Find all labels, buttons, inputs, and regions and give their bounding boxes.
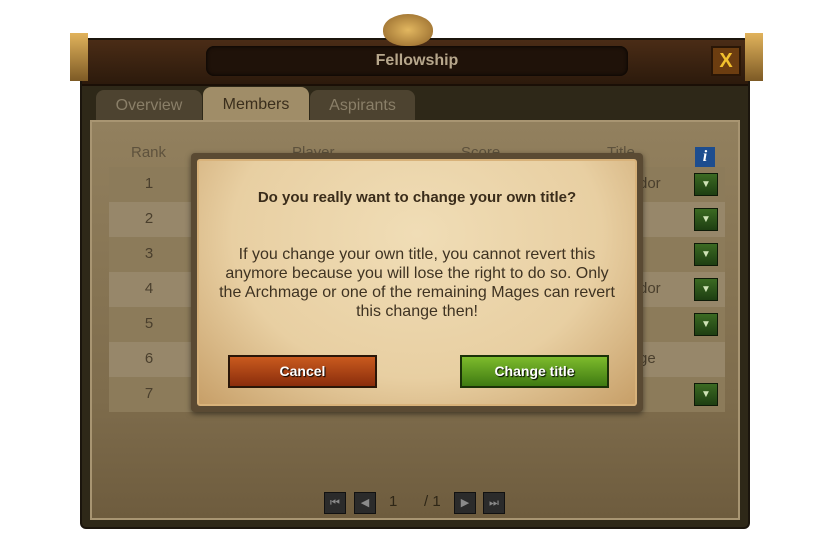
- title-dropdown-button[interactable]: ▼: [694, 278, 718, 301]
- dialog-message: If you change your own title, you cannot…: [219, 246, 615, 320]
- change-title-button[interactable]: Change title: [460, 355, 609, 388]
- rank-cell: 3: [144, 245, 154, 262]
- total-pages: / 1: [424, 493, 441, 510]
- corner-ornament: [745, 33, 763, 81]
- tab-members[interactable]: Members: [203, 87, 309, 121]
- info-icon[interactable]: i: [695, 147, 715, 167]
- title-dropdown-button[interactable]: ▼: [694, 208, 718, 231]
- dialog-body: Do you really want to change your own ti…: [197, 159, 637, 406]
- next-page-button[interactable]: ▶: [454, 492, 476, 514]
- title-dropdown-button[interactable]: ▼: [694, 173, 718, 196]
- chevron-down-icon: ▼: [701, 249, 711, 260]
- first-page-button[interactable]: ⏮: [324, 492, 346, 514]
- title-dropdown-button[interactable]: ▼: [694, 313, 718, 336]
- rank-cell: 6: [144, 350, 154, 367]
- current-page[interactable]: 1: [389, 493, 397, 510]
- rank-cell: 4: [144, 280, 154, 297]
- close-button[interactable]: X: [711, 46, 741, 76]
- dialog-question: Do you really want to change your own ti…: [257, 189, 577, 206]
- rank-cell: 2: [144, 210, 154, 227]
- chevron-down-icon: ▼: [701, 389, 711, 400]
- title-dropdown-button[interactable]: ▼: [694, 383, 718, 406]
- chevron-down-icon: ▼: [701, 179, 711, 190]
- tab-aspirants[interactable]: Aspirants: [310, 90, 415, 121]
- lion-crest-ornament: [383, 14, 433, 46]
- chevron-down-icon: ▼: [701, 214, 711, 225]
- window-title: Fellowship: [375, 52, 459, 69]
- rank-cell: 1: [144, 175, 154, 192]
- title-dropdown-button[interactable]: ▼: [694, 243, 718, 266]
- header-rank: Rank: [131, 144, 167, 161]
- title-bar: Fellowship X: [82, 40, 748, 86]
- chevron-down-icon: ▼: [701, 319, 711, 330]
- rank-cell: 7: [144, 385, 154, 402]
- confirm-dialog: Do you really want to change your own ti…: [191, 153, 643, 412]
- corner-ornament: [70, 33, 88, 81]
- title-box: Fellowship: [206, 46, 628, 76]
- tab-overview[interactable]: Overview: [96, 90, 202, 121]
- rank-cell: 5: [144, 315, 154, 332]
- cancel-button[interactable]: Cancel: [228, 355, 377, 388]
- chevron-down-icon: ▼: [701, 284, 711, 295]
- last-page-button[interactable]: ⏭: [483, 492, 505, 514]
- prev-page-button[interactable]: ◀: [354, 492, 376, 514]
